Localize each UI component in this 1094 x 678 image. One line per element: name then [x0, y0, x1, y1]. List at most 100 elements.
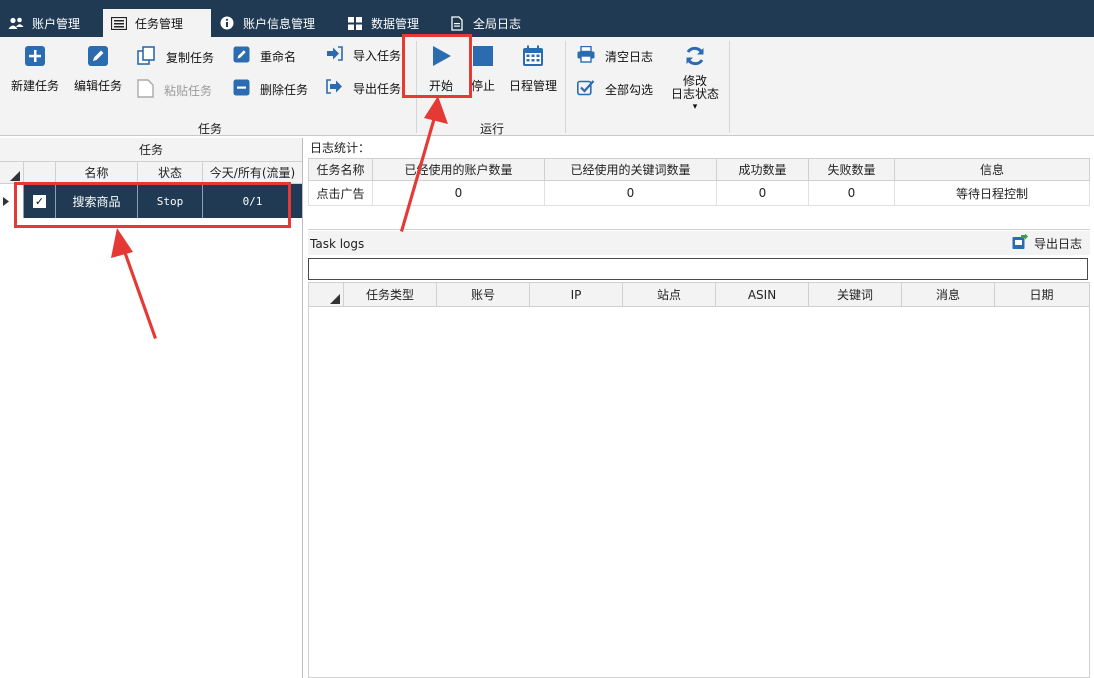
modify-log-status-button[interactable]: 修改 日志状态 ▾	[668, 45, 722, 114]
task-status-cell: Stop	[138, 184, 203, 218]
check-all-button[interactable]: 全部勾选	[577, 79, 653, 99]
column-header-count[interactable]: 今天/所有(流量)	[203, 162, 302, 183]
export-log-label: 导出日志	[1033, 237, 1082, 251]
main-tab-bar: 账户管理 任务管理 账户信息管理 数据管理 全局日志	[0, 0, 1094, 37]
tab-label: 账户信息管理	[243, 16, 316, 31]
row-checkbox[interactable]: ✓	[24, 184, 56, 218]
schedule-button[interactable]: 日程管理	[506, 45, 560, 94]
play-icon	[430, 45, 452, 70]
printer-icon	[577, 45, 595, 66]
group-divider	[729, 41, 730, 133]
task-logs-title: Task logs	[310, 237, 365, 251]
group-divider	[565, 41, 566, 133]
modify-label-line2: 日志状态	[670, 87, 719, 101]
row-pointer-icon	[0, 184, 24, 218]
log-header-keyword[interactable]: 关键词	[809, 283, 902, 306]
export-log-button[interactable]: 导出日志	[1012, 233, 1082, 253]
export-task-label: 导出任务	[353, 81, 402, 96]
rename-label: 重命名	[260, 49, 297, 64]
log-table-header: 任务类型 账号 IP 站点 ASIN 关键词 消息 日期	[309, 283, 1089, 307]
stop-icon	[472, 45, 494, 70]
table-row[interactable]: ✓ 搜索商品 Stop 0/1	[0, 184, 302, 218]
select-all-corner[interactable]	[309, 283, 344, 306]
stats-cell-accounts-used: 0	[372, 180, 545, 206]
new-task-label: 新建任务	[10, 79, 59, 93]
stats-cell-success: 0	[716, 180, 809, 206]
tab-account-management[interactable]: 账户管理	[0, 9, 103, 37]
minus-icon	[233, 79, 250, 99]
stats-cell-task-name: 点击广告	[308, 180, 373, 206]
delete-task-label: 删除任务	[260, 82, 309, 97]
stats-header-accounts-used[interactable]: 已经使用的账户数量	[372, 158, 545, 181]
task-panel-title: 任务	[0, 138, 302, 162]
info-icon	[219, 16, 235, 30]
tab-task-management[interactable]: 任务管理	[103, 9, 211, 37]
corner-triangle-icon	[10, 171, 20, 181]
stats-header-failed[interactable]: 失败数量	[808, 158, 895, 181]
pencil-icon	[87, 45, 109, 70]
task-logs-bar: Task logs 导出日志	[308, 231, 1090, 255]
copy-task-button[interactable]: 复制任务	[137, 46, 214, 68]
check-all-label: 全部勾选	[605, 82, 654, 97]
stats-table: 任务名称 已经使用的账户数量 已经使用的关键词数量 成功数量 失败数量 信息 点…	[308, 158, 1090, 206]
log-header-task-type[interactable]: 任务类型	[344, 283, 437, 306]
checkbox-check-icon: ✓	[33, 194, 46, 208]
log-panel: 日志统计： 任务名称 已经使用的账户数量 已经使用的关键词数量 成功数量 失败数…	[306, 138, 1094, 678]
copy-task-label: 复制任务	[166, 50, 215, 65]
new-task-button[interactable]: 新建任务	[10, 45, 60, 94]
paste-task-button[interactable]: 粘贴任务	[137, 79, 212, 101]
start-label: 开始	[428, 79, 453, 93]
task-panel: 任务 名称 状态 今天/所有(流量) ✓ 搜索商品 Stop 0/1	[0, 138, 303, 678]
log-header-site[interactable]: 站点	[623, 283, 716, 306]
stop-button[interactable]: 停止	[468, 45, 498, 94]
stats-header-keywords-used[interactable]: 已经使用的关键词数量	[544, 158, 717, 181]
grid-icon	[347, 16, 363, 30]
sign-in-icon	[326, 46, 343, 64]
edit-task-label: 编辑任务	[73, 79, 122, 93]
log-header-message[interactable]: 消息	[902, 283, 995, 306]
import-task-button[interactable]: 导入任务	[326, 46, 401, 64]
tab-data-management[interactable]: 数据管理	[339, 9, 441, 37]
stats-header-info[interactable]: 信息	[894, 158, 1090, 181]
log-header-ip[interactable]: IP	[530, 283, 623, 306]
table-row[interactable]: 点击广告 0 0 0 0 等待日程控制	[308, 180, 1090, 206]
start-button[interactable]: 开始	[421, 45, 461, 94]
delete-task-button[interactable]: 删除任务	[233, 79, 308, 99]
paste-task-label: 粘贴任务	[164, 83, 213, 98]
ribbon-toolbar: 新建任务 编辑任务 复制任务 粘贴任务 重命名 删除任务 导入任务 导出任务 任…	[0, 37, 1094, 136]
select-all-corner[interactable]	[0, 162, 24, 183]
log-header-date[interactable]: 日期	[995, 283, 1088, 306]
tab-label: 全局日志	[473, 16, 522, 31]
check-square-icon	[577, 79, 595, 99]
task-count-cell: 0/1	[242, 194, 263, 208]
clear-log-label: 清空日志	[605, 49, 654, 64]
tab-label: 数据管理	[371, 16, 420, 31]
group-divider	[416, 41, 417, 133]
document-icon	[449, 15, 465, 31]
export-task-button[interactable]: 导出任务	[326, 79, 401, 97]
log-table: 任务类型 账号 IP 站点 ASIN 关键词 消息 日期	[308, 282, 1090, 678]
tab-global-log[interactable]: 全局日志	[441, 9, 561, 37]
list-icon	[111, 16, 127, 30]
stats-cell-info: 等待日程控制	[894, 180, 1090, 206]
log-header-account[interactable]: 账号	[437, 283, 530, 306]
stats-header-success[interactable]: 成功数量	[716, 158, 809, 181]
clear-log-button[interactable]: 清空日志	[577, 45, 654, 66]
rename-button[interactable]: 重命名	[233, 46, 296, 66]
tab-account-info-management[interactable]: 账户信息管理	[211, 9, 339, 37]
edit-task-button[interactable]: 编辑任务	[73, 45, 123, 94]
import-task-label: 导入任务	[353, 48, 402, 63]
edit-icon	[233, 46, 250, 66]
stats-header-task-name[interactable]: 任务名称	[308, 158, 373, 181]
column-header-status[interactable]: 状态	[138, 162, 203, 183]
copy-icon	[137, 46, 156, 68]
log-header-asin[interactable]: ASIN	[716, 283, 809, 306]
log-filter-input[interactable]	[308, 258, 1088, 280]
column-header-name[interactable]: 名称	[56, 162, 138, 183]
refresh-icon	[684, 45, 706, 70]
task-grid-header: 名称 状态 今天/所有(流量)	[0, 162, 302, 184]
tab-label: 账户管理	[32, 16, 81, 31]
calendar-icon	[522, 45, 544, 70]
task-name-cell: 搜索商品	[56, 184, 138, 218]
group-label-task: 任务	[198, 122, 223, 136]
